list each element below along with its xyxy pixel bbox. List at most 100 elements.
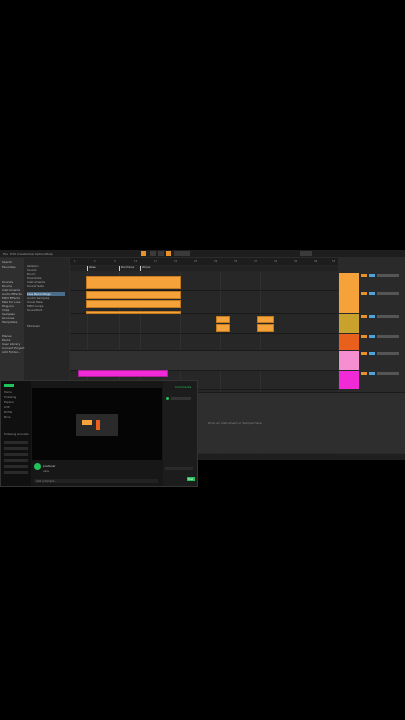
menu-view[interactable]: View — [27, 252, 34, 256]
ruler-tick: 13 — [134, 260, 138, 263]
overlay-sidebar: Home Following Explore LIVE Profile More… — [1, 381, 31, 486]
mute-button[interactable] — [361, 274, 367, 277]
cpu-meter — [300, 251, 312, 256]
comment-input-box[interactable]: Add comment... — [34, 479, 158, 483]
solo-button[interactable] — [369, 352, 375, 355]
audio-clip[interactable] — [86, 300, 181, 308]
menu-create[interactable]: Create — [17, 252, 27, 256]
following-label: Following accounts — [4, 433, 29, 436]
audio-clip[interactable] — [216, 324, 230, 332]
account-row[interactable] — [4, 453, 28, 456]
play-button[interactable] — [150, 251, 156, 256]
account-row[interactable] — [4, 441, 28, 444]
ruler-tick: 9 — [114, 260, 116, 263]
track-lane[interactable] — [70, 314, 338, 334]
ruler-tick: 41 — [274, 260, 278, 263]
io-selector[interactable] — [377, 292, 399, 295]
ruler-tick: 33 — [234, 260, 238, 263]
track-color-strip[interactable] — [339, 371, 359, 389]
position-display[interactable] — [174, 251, 190, 256]
menu-help[interactable]: Help — [46, 252, 53, 256]
mute-button[interactable] — [361, 335, 367, 338]
audio-clip[interactable] — [86, 311, 181, 314]
track-color-strip[interactable] — [339, 291, 359, 313]
solo-button[interactable] — [369, 274, 375, 277]
solo-button[interactable] — [369, 315, 375, 318]
audio-clip[interactable] — [216, 316, 230, 323]
comment-input[interactable]: Add comment... — [36, 480, 57, 483]
account-row[interactable] — [4, 459, 28, 462]
live-video[interactable] — [32, 388, 162, 460]
midi-clip[interactable] — [78, 370, 168, 377]
locator-marker[interactable]: Verse — [87, 266, 96, 271]
bar-ruler[interactable]: 1 5 9 13 17 21 25 29 33 37 41 45 49 53 — [70, 258, 338, 265]
chat-text: nice — [43, 469, 49, 473]
track-color-strip[interactable] — [339, 334, 359, 350]
io-selector[interactable] — [377, 315, 399, 318]
mute-button[interactable] — [361, 372, 367, 375]
streamer-avatar[interactable] — [34, 463, 41, 470]
detail-view[interactable]: Drop an Instrument or Sample Here — [196, 392, 405, 453]
stop-button[interactable] — [158, 251, 164, 256]
side-item[interactable]: Following — [4, 396, 16, 399]
ruler-tick: 1 — [74, 260, 76, 263]
side-item[interactable]: Home — [4, 391, 12, 394]
place-item[interactable]: Search — [2, 260, 12, 264]
file-item[interactable]: Mixdown — [27, 324, 40, 328]
file-item[interactable]: Soundfont — [27, 308, 42, 312]
audio-clip[interactable] — [257, 316, 274, 323]
solo-button[interactable] — [369, 335, 375, 338]
place-item[interactable]: Templates — [2, 320, 17, 324]
overlay-right-panel: Comments Post — [163, 381, 197, 486]
menu-options[interactable]: Options — [35, 252, 47, 256]
record-button[interactable] — [166, 251, 171, 256]
mute-button[interactable] — [361, 315, 367, 318]
place-item[interactable]: Add Folder... — [2, 350, 21, 354]
track-color-strip[interactable] — [339, 314, 359, 333]
thumb-clip — [82, 420, 92, 425]
viewer-row[interactable] — [171, 397, 191, 400]
mute-button[interactable] — [361, 352, 367, 355]
place-item[interactable]: Favorites — [2, 265, 16, 269]
post-button-label: Post — [188, 477, 194, 481]
arrangement-record-button[interactable] — [141, 251, 146, 256]
locator-lane[interactable]: Verse Pre Chorus Chorus — [70, 266, 338, 271]
ruler-tick: 17 — [154, 260, 158, 263]
solo-button[interactable] — [369, 292, 375, 295]
transport-bar: File Edit Create View Options Help — [0, 250, 405, 257]
drop-hint: Drop an Instrument or Sample Here — [208, 421, 262, 425]
side-item[interactable]: LIVE — [4, 406, 10, 409]
io-selector[interactable] — [377, 274, 399, 277]
file-item[interactable]: Sound Sets — [27, 284, 44, 288]
account-row[interactable] — [4, 465, 28, 468]
post-button[interactable]: Post — [187, 477, 195, 481]
locator-marker[interactable]: Chorus — [140, 266, 150, 271]
side-item[interactable]: Explore — [4, 401, 14, 404]
app-logo[interactable] — [4, 384, 14, 387]
solo-button[interactable] — [369, 372, 375, 375]
account-row[interactable] — [4, 447, 28, 450]
menu-file[interactable]: File — [3, 252, 8, 256]
side-item[interactable]: More — [4, 416, 10, 419]
ruler-tick: 53 — [332, 260, 336, 263]
side-item[interactable]: Profile — [4, 411, 12, 414]
locator-marker[interactable]: Pre Chorus — [119, 266, 134, 271]
live-indicator-icon — [166, 397, 169, 400]
gift-bar[interactable] — [165, 467, 193, 470]
mute-button[interactable] — [361, 292, 367, 295]
io-selector[interactable] — [377, 372, 399, 375]
ruler-tick: 45 — [294, 260, 298, 263]
track-color-strip[interactable] — [339, 351, 359, 370]
audio-clip[interactable] — [257, 324, 274, 332]
account-row[interactable] — [4, 471, 28, 474]
io-selector[interactable] — [377, 335, 399, 338]
screen-share-thumbnail — [76, 414, 118, 436]
menu-edit[interactable]: Edit — [10, 252, 16, 256]
audio-clip[interactable] — [86, 291, 181, 299]
audio-clip[interactable] — [86, 276, 181, 289]
chat-username[interactable]: producer — [43, 464, 56, 468]
track-lane[interactable] — [70, 351, 338, 371]
track-color-strip[interactable] — [339, 273, 359, 291]
track-lane[interactable] — [70, 334, 338, 351]
io-selector[interactable] — [377, 352, 399, 355]
